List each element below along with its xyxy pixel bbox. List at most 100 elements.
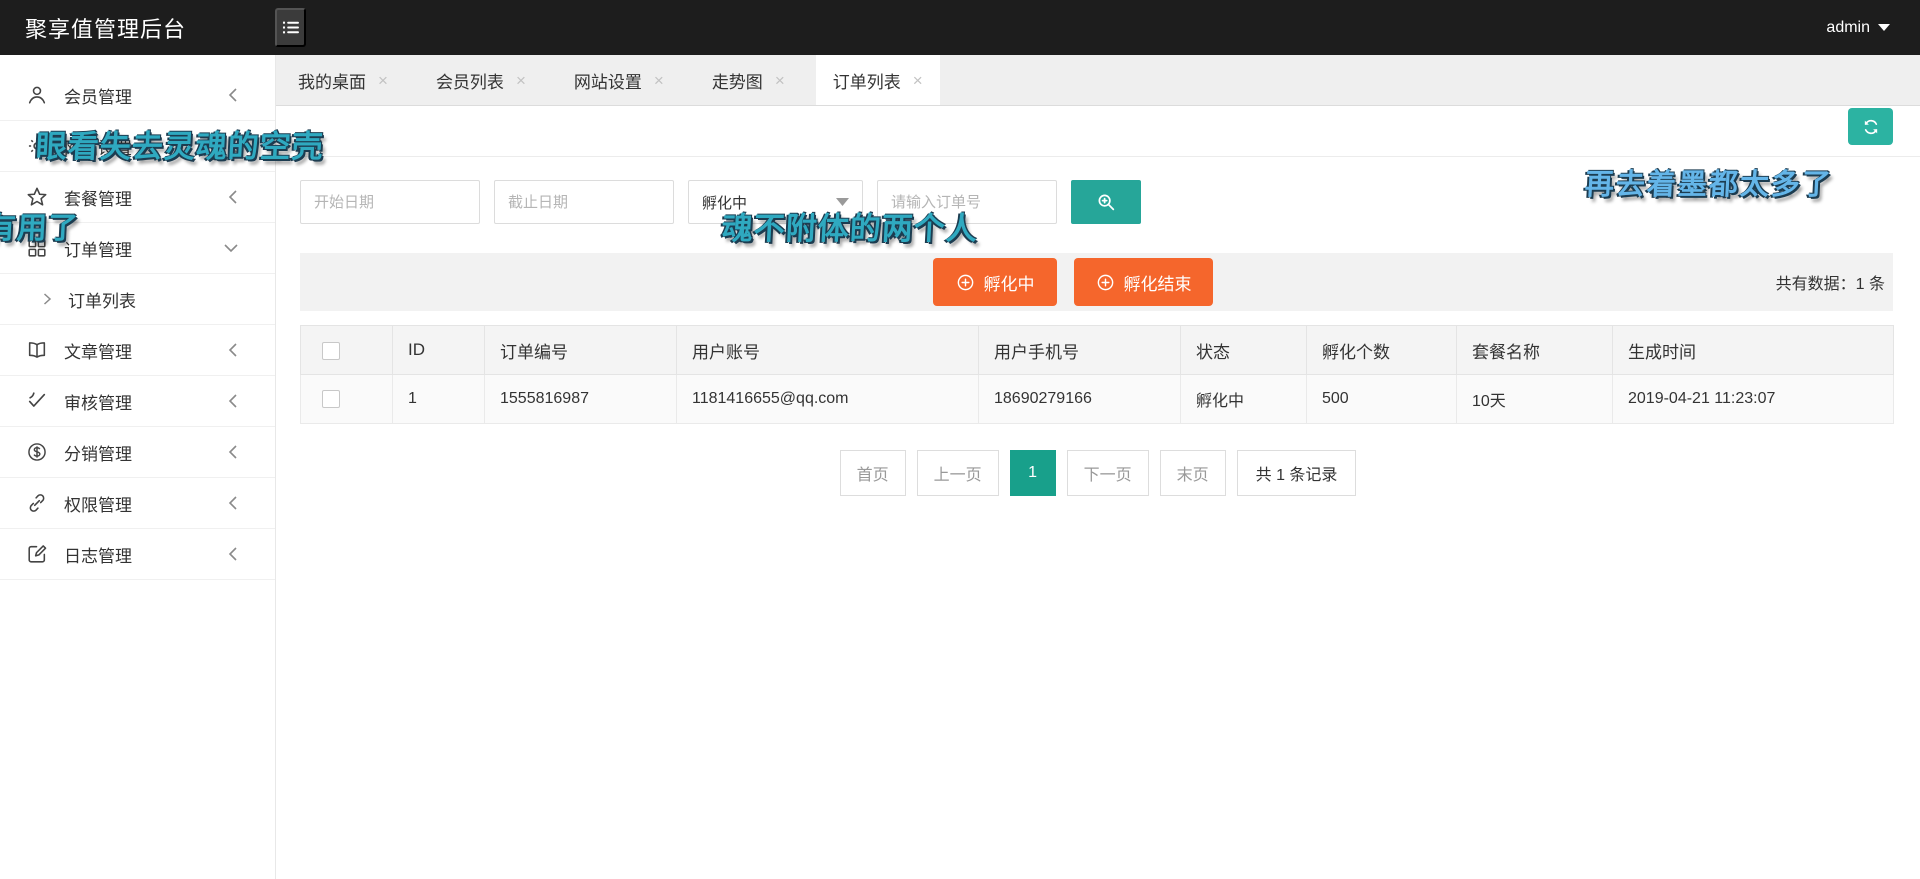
chevron-left-icon (227, 138, 239, 154)
sidebar-item-package-management[interactable]: 套餐管理 (0, 172, 275, 223)
tab-trend-chart[interactable]: 走势图 × (695, 55, 802, 105)
hatching-button-label: 孵化中 (984, 270, 1035, 295)
caret-down-icon (836, 198, 849, 207)
cell-status: 孵化中 (1181, 375, 1307, 424)
sidebar-item-permission-management[interactable]: 权限管理 (0, 478, 275, 529)
sidebar-item-audit-management[interactable]: 审核管理 (0, 376, 275, 427)
username: admin (1826, 19, 1870, 37)
tab-site-settings[interactable]: 网站设置 × (557, 55, 681, 105)
pagination-page-1-button[interactable]: 1 (1010, 450, 1056, 496)
sidebar: 会员管理 网站设置 套餐管理 (0, 55, 276, 879)
status-select-value: 孵化中 (702, 192, 747, 213)
edit-note-icon (26, 543, 48, 565)
start-date-input[interactable] (300, 180, 480, 224)
pagination-next-button[interactable]: 下一页 (1067, 450, 1149, 496)
row-select-cell (301, 375, 393, 424)
row-checkbox[interactable] (322, 390, 340, 408)
hatch-end-button[interactable]: 孵化结束 (1074, 258, 1213, 306)
book-icon (26, 339, 48, 361)
cell-hatch-count: 500 (1307, 375, 1457, 424)
select-all-cell (301, 326, 393, 375)
caret-down-icon (1878, 24, 1890, 32)
dollar-circle-icon (26, 441, 48, 463)
table-header-row: ID 订单编号 用户账号 用户手机号 状态 孵化个数 套餐名称 生成时间 (301, 326, 1894, 375)
chevron-down-icon (223, 242, 239, 254)
pagination-last-button[interactable]: 末页 (1160, 450, 1226, 496)
sidebar-item-order-management[interactable]: 订单管理 (0, 223, 275, 274)
cell-created-at: 2019-04-21 11:23:07 (1613, 375, 1894, 424)
sidebar-item-distribution-management[interactable]: 分销管理 (0, 427, 275, 478)
search-button[interactable] (1071, 180, 1141, 224)
column-header-package: 套餐名称 (1457, 326, 1613, 375)
grid-icon (26, 237, 48, 259)
search-icon (1095, 191, 1117, 213)
topbar: 聚享值管理后台 admin (0, 0, 1920, 55)
end-date-input[interactable] (494, 180, 674, 224)
tab-my-desktop[interactable]: 我的桌面 × (281, 55, 405, 105)
chevron-left-icon (227, 495, 239, 511)
hatching-button[interactable]: 孵化中 (933, 258, 1057, 306)
chevron-right-icon (42, 292, 52, 306)
plus-circle-icon (956, 273, 975, 292)
tab-label: 我的桌面 (298, 68, 366, 93)
tab-member-list[interactable]: 会员列表 × (419, 55, 543, 105)
close-icon[interactable]: × (913, 72, 923, 89)
plus-circle-icon (1096, 273, 1115, 292)
sidebar-item-article-management[interactable]: 文章管理 (0, 325, 275, 376)
cell-order-no: 1555816987 (485, 375, 677, 424)
order-table: ID 订单编号 用户账号 用户手机号 状态 孵化个数 套餐名称 生成时间 1 1… (300, 325, 1894, 424)
cell-account: 1181416655@qq.com (677, 375, 979, 424)
content: 孵化中 (276, 106, 1920, 496)
table-row: 1 1555816987 1181416655@qq.com 186902791… (301, 375, 1894, 424)
cell-id: 1 (393, 375, 485, 424)
app-title: 聚享值管理后台 (25, 12, 275, 44)
column-header-created-at: 生成时间 (1613, 326, 1894, 375)
close-icon[interactable]: × (775, 72, 785, 89)
user-icon (26, 84, 48, 106)
chevron-left-icon (227, 546, 239, 562)
main-area: 我的桌面 × 会员列表 × 网站设置 × 走势图 × 订单列表 × (276, 55, 1920, 879)
star-icon (26, 186, 48, 208)
pagination-record-summary: 共 1 条记录 (1237, 450, 1357, 496)
close-icon[interactable]: × (516, 72, 526, 89)
tab-label: 走势图 (712, 68, 763, 93)
audit-check-icon (26, 390, 48, 412)
pagination-first-button[interactable]: 首页 (840, 450, 906, 496)
hatch-end-button-label: 孵化结束 (1124, 270, 1192, 295)
order-number-input[interactable] (877, 180, 1057, 224)
refresh-icon (1861, 117, 1881, 137)
tab-order-list[interactable]: 订单列表 × (816, 55, 940, 105)
sidebar-item-log-management[interactable]: 日志管理 (0, 529, 275, 580)
sidebar-subitem-order-list[interactable]: 订单列表 (0, 274, 275, 325)
refresh-button[interactable] (1848, 108, 1893, 145)
column-header-status: 状态 (1181, 326, 1307, 375)
link-icon (26, 492, 48, 514)
column-header-account: 用户账号 (677, 326, 979, 375)
chevron-left-icon (227, 342, 239, 358)
chevron-left-icon (227, 444, 239, 460)
user-menu[interactable]: admin (1826, 19, 1890, 37)
chevron-left-icon (227, 393, 239, 409)
tab-label: 订单列表 (833, 68, 901, 93)
close-icon[interactable]: × (654, 72, 664, 89)
sidebar-toggle-button[interactable] (275, 8, 306, 47)
cell-package: 10天 (1457, 375, 1613, 424)
close-icon[interactable]: × (378, 72, 388, 89)
tab-label: 会员列表 (436, 68, 504, 93)
sidebar-item-site-settings[interactable]: 网站设置 (0, 121, 275, 172)
sidebar-item-member-management[interactable]: 会员管理 (0, 70, 275, 121)
chevron-left-icon (227, 87, 239, 103)
pagination-prev-button[interactable]: 上一页 (917, 450, 999, 496)
column-header-hatch-count: 孵化个数 (1307, 326, 1457, 375)
hamburger-menu-icon (281, 18, 300, 37)
status-select[interactable]: 孵化中 (688, 180, 863, 224)
tab-label: 网站设置 (574, 68, 642, 93)
tab-bar: 我的桌面 × 会员列表 × 网站设置 × 走势图 × 订单列表 × (276, 55, 1920, 106)
column-header-order-no: 订单编号 (485, 326, 677, 375)
action-bar: 孵化中 孵化结束 共有数据：1 条 (300, 253, 1893, 311)
filter-row: 孵化中 (300, 180, 1893, 224)
content-header (276, 106, 1920, 157)
chevron-left-icon (227, 189, 239, 205)
select-all-checkbox[interactable] (322, 342, 340, 360)
cell-phone: 18690279166 (979, 375, 1181, 424)
